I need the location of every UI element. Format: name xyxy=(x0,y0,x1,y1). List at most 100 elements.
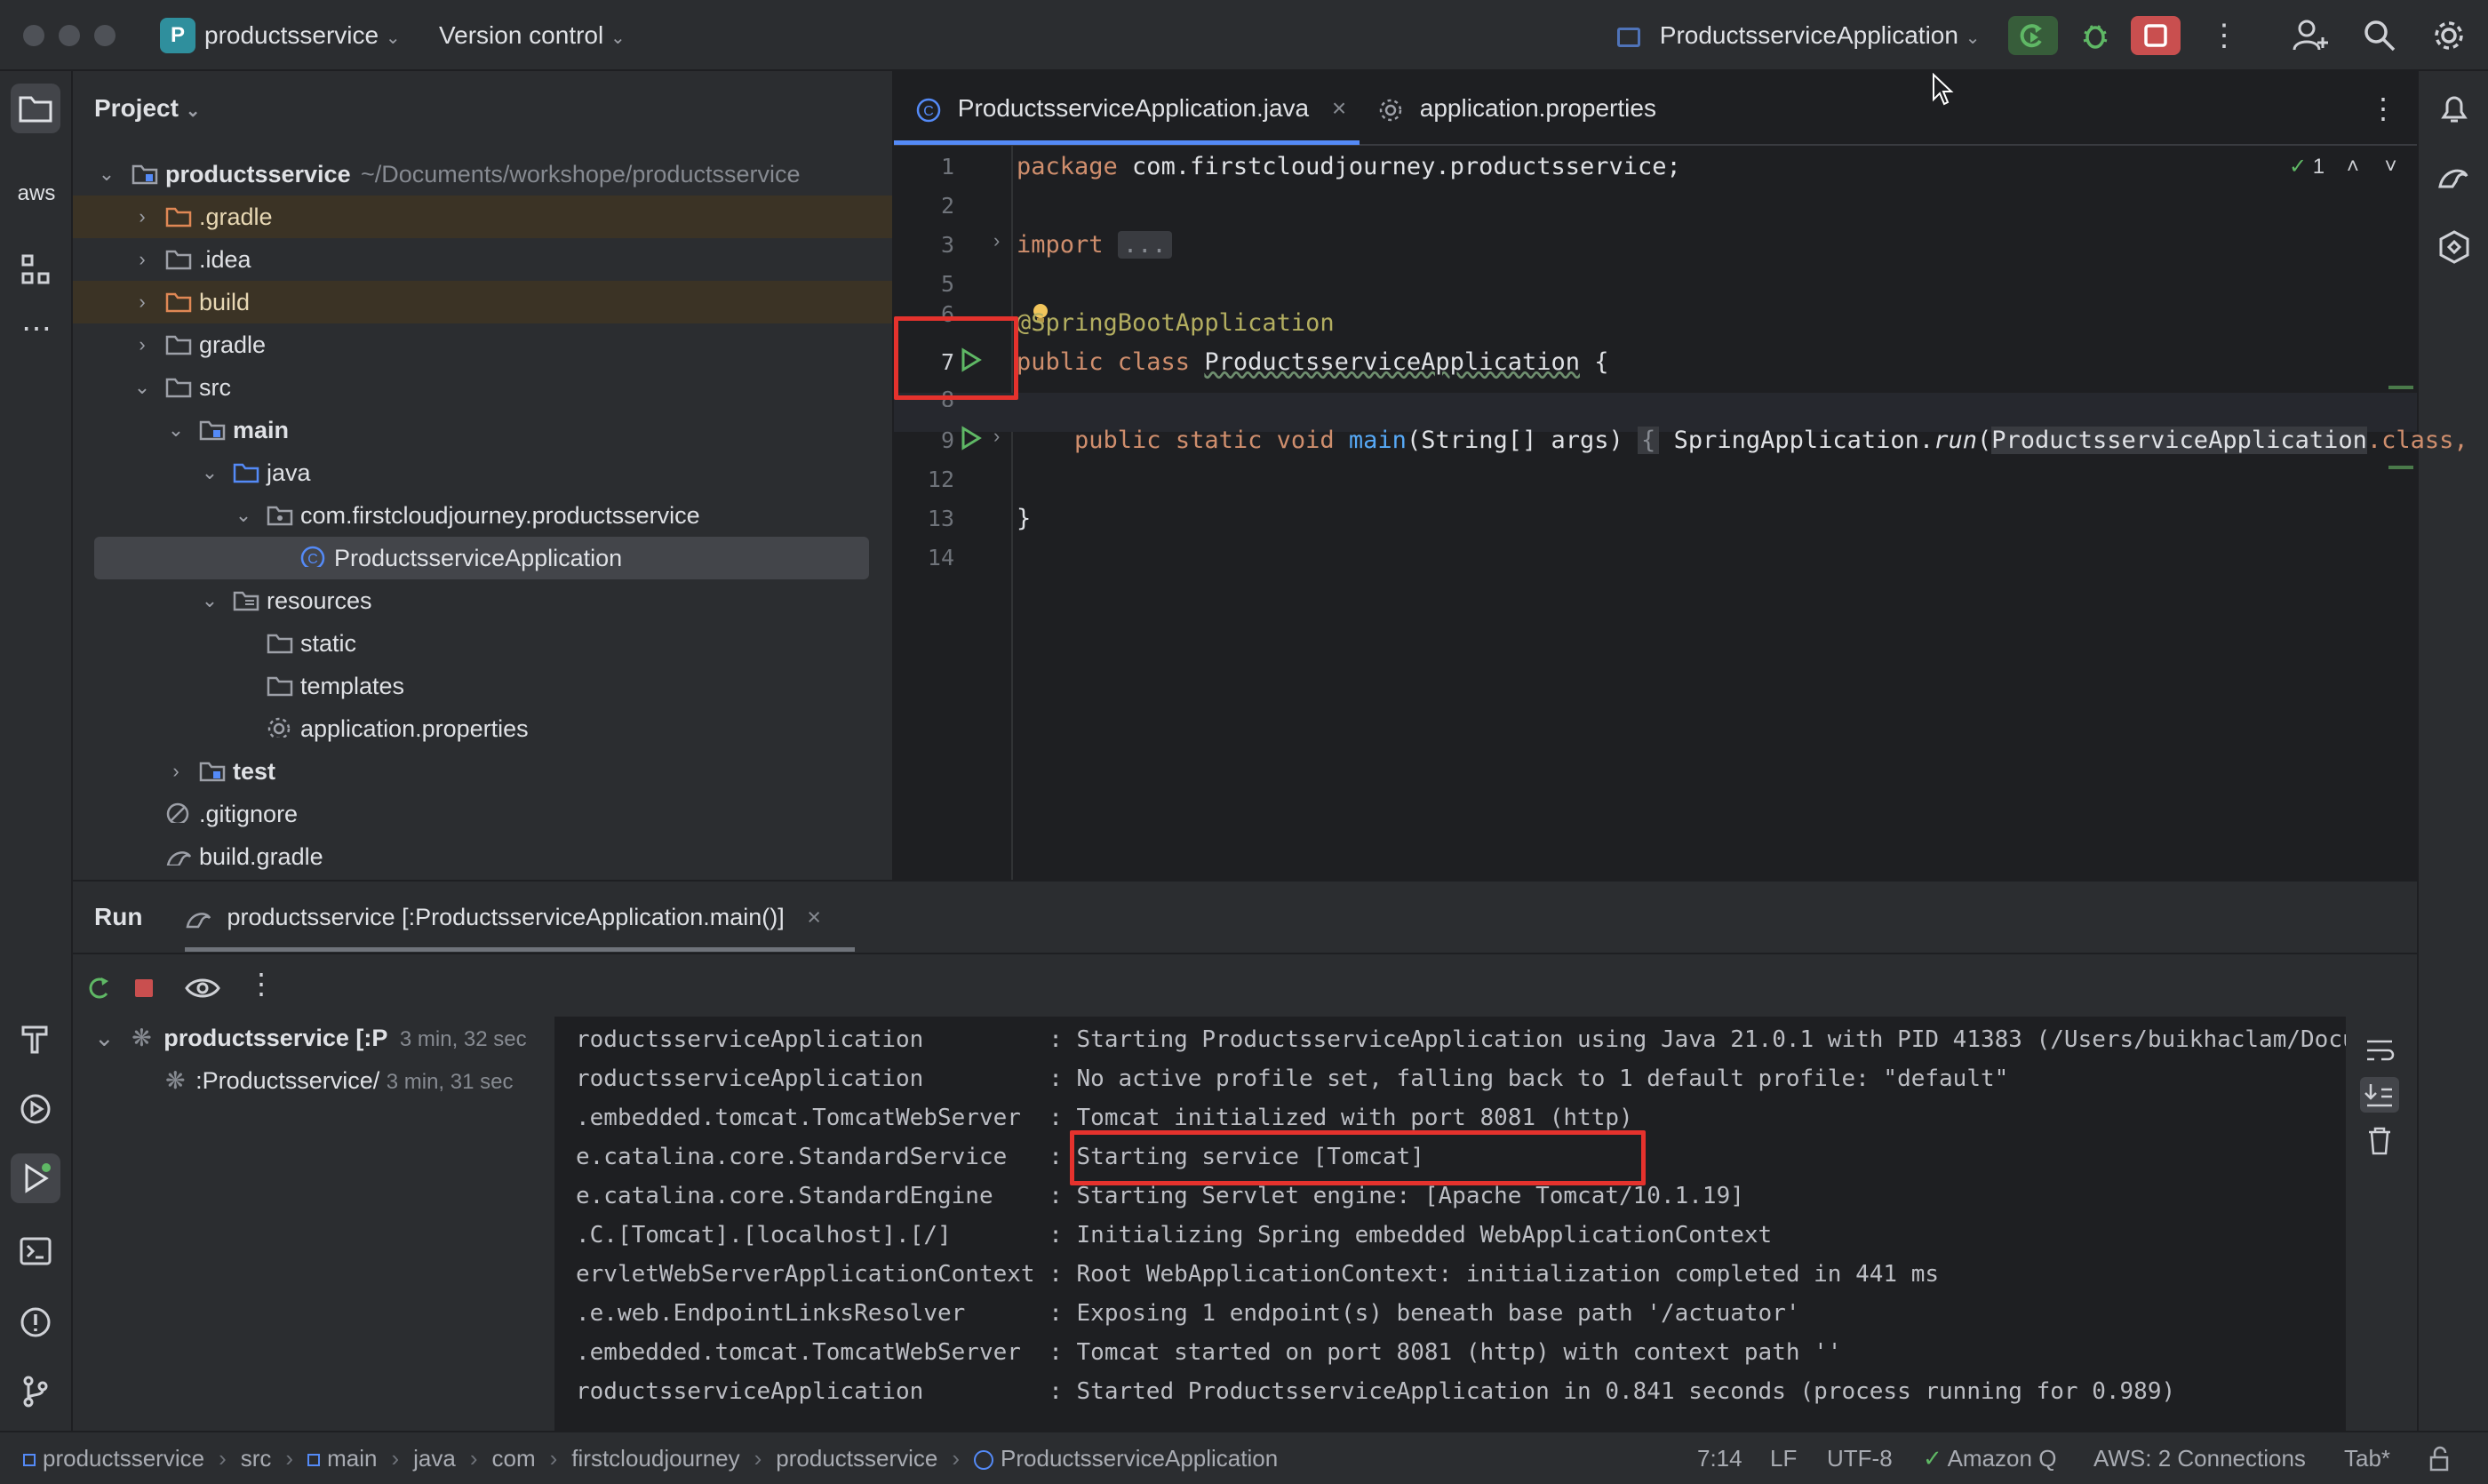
tree-label: templates xyxy=(300,673,405,699)
class-name: ProductsserviceApplication xyxy=(1204,348,1580,376)
debug-button[interactable] xyxy=(2070,16,2120,55)
more-actions-icon[interactable]: ⋮ xyxy=(2209,0,2239,71)
code-line-3[interactable]: import ... xyxy=(1017,226,1172,265)
run-tab[interactable]: productsservice [:ProductsserviceApplica… xyxy=(185,882,821,953)
run-config-selector[interactable]: ProductsserviceApplication ⌄ xyxy=(1617,0,1981,71)
problems-tool-button[interactable] xyxy=(11,1297,60,1347)
tab-options-icon[interactable]: ⋮ xyxy=(2369,71,2397,146)
code-line-6[interactable]: @SpringBootApplication xyxy=(1017,304,1335,343)
chevron-up-icon[interactable]: ˄ xyxy=(2347,155,2359,179)
gradle-icon[interactable] xyxy=(2436,160,2472,200)
problems-icon xyxy=(20,1307,51,1337)
line-separator[interactable]: LF xyxy=(1770,1432,1797,1484)
tab-application-properties[interactable]: application.properties xyxy=(1377,71,1656,146)
bell-icon[interactable] xyxy=(2436,91,2472,131)
code-line-13[interactable]: } xyxy=(1017,499,1031,539)
close-icon[interactable]: × xyxy=(1332,94,1346,122)
gear-icon xyxy=(1379,99,1402,121)
rerun-button[interactable] xyxy=(2008,16,2058,55)
chevron-down-icon[interactable]: ˅ xyxy=(2385,155,2397,179)
keyword: package xyxy=(1017,153,1118,180)
file-encoding[interactable]: UTF-8 xyxy=(1827,1432,1893,1484)
more-tools-icon[interactable]: ⋯ xyxy=(12,311,60,347)
services-tool-button[interactable] xyxy=(11,1084,60,1134)
gradle-icon xyxy=(166,851,192,866)
code-line-1[interactable]: package com.firstcloudjourney.productsse… xyxy=(1017,148,1681,187)
run-tree-item[interactable]: ⌄ ❋ productsservice [:P 3 min, 32 sec xyxy=(94,1017,527,1059)
aws-icon[interactable]: aws xyxy=(12,181,60,206)
structure-tool-button[interactable] xyxy=(11,245,60,295)
project-switcher[interactable]: productsservice ⌄ xyxy=(204,0,401,71)
method-name: main xyxy=(1348,427,1407,454)
breadcrumb-item[interactable]: src xyxy=(241,1445,272,1472)
right-tool-stripe xyxy=(2417,71,2488,1431)
tab-productsservice-application[interactable]: C ProductsserviceApplication.java × xyxy=(915,71,1346,146)
log-message: : Starting Servlet engine: [Apache Tomca… xyxy=(1049,1183,1744,1209)
chevron-right-icon: › xyxy=(469,1445,478,1472)
line-number: 13 xyxy=(927,506,954,531)
stop-icon[interactable] xyxy=(126,970,162,1006)
scroll-to-end-icon[interactable] xyxy=(2360,1077,2399,1113)
run-config-label: ProductsserviceApplication xyxy=(1659,21,1958,49)
ai-assistant-icon[interactable] xyxy=(2436,229,2472,269)
log-message: : Tomcat initialized with port 8081 (htt… xyxy=(1049,1105,1633,1131)
breadcrumb-item[interactable]: com xyxy=(492,1445,536,1472)
lock-icon[interactable] xyxy=(2426,1445,2454,1473)
cursor-position[interactable]: 7:14 xyxy=(1697,1432,1742,1484)
breadcrumb-item[interactable]: ProductsserviceApplication xyxy=(1001,1445,1278,1472)
trash-icon[interactable] xyxy=(2362,1123,2397,1159)
run-tree-item[interactable]: ❋ :Productsservice/ 3 min, 31 sec xyxy=(165,1059,513,1102)
terminal-tool-button[interactable] xyxy=(11,1226,60,1276)
tree-label: java xyxy=(267,459,311,486)
add-user-icon[interactable] xyxy=(2291,18,2330,58)
inspection-widget[interactable]: ✓ 1 ˄ ˅ xyxy=(2289,149,2397,185)
folded-body[interactable]: { xyxy=(1638,427,1660,454)
log-source: .embedded.tomcat.TomcatWebServer xyxy=(576,1339,1049,1366)
run-tree-label: :Productsservice/ xyxy=(195,1067,380,1094)
chevron-down-icon: ⌄ xyxy=(201,461,219,483)
chevron-right-icon: › xyxy=(391,1445,400,1472)
aws-connections[interactable]: AWS: 2 Connections xyxy=(2093,1432,2306,1484)
run-gutter-icon[interactable] xyxy=(958,425,985,451)
log-message: : Tomcat started on port 8081 (http) wit… xyxy=(1049,1339,1842,1366)
breadcrumb-item[interactable]: productsservice xyxy=(776,1445,937,1472)
breadcrumb-item[interactable]: firstcloudjourney xyxy=(571,1445,739,1472)
rerun-icon[interactable] xyxy=(80,970,116,1006)
code-line-9[interactable]: public static void main(String[] args) {… xyxy=(1017,421,2468,460)
console-output[interactable]: roductsserviceApplication : Starting Pro… xyxy=(554,1017,2346,1431)
tree-label: test xyxy=(233,758,276,785)
run-tree-time: 3 min, 31 sec xyxy=(386,1070,514,1094)
close-window-button[interactable] xyxy=(23,25,44,46)
more-options-icon[interactable]: ⋮ xyxy=(247,967,275,1001)
minimize-window-button[interactable] xyxy=(59,25,80,46)
fold-chevron-icon[interactable]: › xyxy=(993,425,1000,448)
project-badge[interactable]: P xyxy=(160,18,195,53)
gear-icon[interactable] xyxy=(2431,18,2467,58)
log-message: : Exposing 1 endpoint(s) beneath base pa… xyxy=(1049,1300,1800,1327)
folded-imports[interactable]: ... xyxy=(1117,231,1172,259)
breadcrumb-item[interactable]: java xyxy=(413,1445,456,1472)
eye-icon[interactable] xyxy=(183,970,222,1006)
log-message: : No active profile set, falling back to… xyxy=(1049,1065,2009,1092)
soft-wrap-icon[interactable] xyxy=(2362,1034,2397,1066)
code-line-7[interactable]: public class ProductsserviceApplication … xyxy=(1017,343,1609,382)
vcs-menu[interactable]: Version control ⌄ xyxy=(439,0,626,71)
tree-label: src xyxy=(199,374,231,401)
amazon-q-status[interactable]: ✓ Amazon Q xyxy=(1923,1432,2056,1484)
git-tool-button[interactable] xyxy=(11,1367,60,1416)
project-tool-button[interactable] xyxy=(11,84,60,133)
zoom-window-button[interactable] xyxy=(94,25,116,46)
fold-chevron-icon[interactable]: › xyxy=(993,229,1000,252)
run-tool-button[interactable] xyxy=(11,1153,60,1203)
breadcrumb-item[interactable]: productsservice xyxy=(43,1445,204,1472)
stop-button[interactable] xyxy=(2131,16,2181,55)
close-icon[interactable]: × xyxy=(807,904,821,930)
search-icon[interactable] xyxy=(2362,18,2397,58)
chevron-right-icon: › xyxy=(139,291,146,313)
chevron-right-icon: › xyxy=(549,1445,558,1472)
structure-icon xyxy=(21,254,50,284)
build-tool-button[interactable] xyxy=(11,1013,60,1063)
indent-setting[interactable]: Tab* xyxy=(2344,1432,2390,1484)
breadcrumb-item[interactable]: main xyxy=(327,1445,377,1472)
console-line: .embedded.tomcat.TomcatWebServer : Tomca… xyxy=(576,1333,1841,1372)
